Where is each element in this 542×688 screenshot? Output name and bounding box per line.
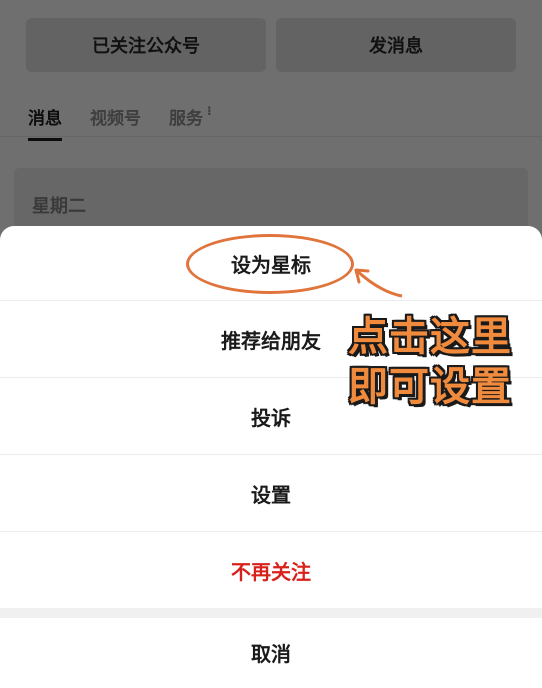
send-message-button[interactable]: 发消息	[276, 18, 516, 72]
annotation-line-2: 即可设置	[348, 364, 512, 410]
action-sheet: 设为星标 推荐给朋友 投诉 设置 不再关注 取消	[0, 226, 542, 688]
pointer-arrow-icon	[354, 268, 403, 298]
day-label: 星期二	[32, 196, 86, 217]
tab-bar: 消息 视频号 服务 ⁝	[28, 104, 212, 141]
tab-messages[interactable]: 消息	[28, 104, 62, 141]
more-dots-icon: ⁝	[207, 104, 212, 118]
highlight-circle	[186, 234, 354, 294]
header-button-row: 已关注公众号 发消息	[26, 18, 516, 72]
tab-divider	[0, 136, 542, 137]
followed-button[interactable]: 已关注公众号	[26, 18, 266, 72]
annotation-line-1: 点击这里	[348, 314, 512, 360]
cancel-button[interactable]: 取消	[0, 618, 542, 686]
annotation-text: 点击这里 即可设置	[348, 312, 534, 412]
settings-button[interactable]: 设置	[0, 455, 542, 532]
unfollow-button[interactable]: 不再关注	[0, 532, 542, 608]
sheet-gap	[0, 608, 542, 618]
tab-services[interactable]: 服务	[169, 104, 203, 129]
tab-channels[interactable]: 视频号	[90, 104, 141, 129]
